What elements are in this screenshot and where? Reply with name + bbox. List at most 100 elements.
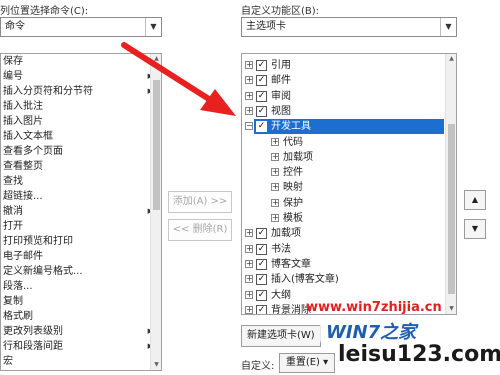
command-list-item[interactable]: 恢复	[1, 369, 161, 370]
expand-icon[interactable]: +	[271, 214, 279, 222]
command-list-item[interactable]: 插入分页符和分节符▶	[1, 84, 161, 99]
command-list[interactable]: 保存编号▶插入分页符和分节符▶ 插入批注插入图片插入文本框查看多个页面查看整页查找…	[0, 53, 162, 371]
scroll-up-icon[interactable]: ▲	[151, 54, 161, 64]
command-list-item[interactable]: 行和段落间距▶	[1, 339, 161, 354]
expand-icon[interactable]: +	[245, 259, 253, 268]
expand-icon[interactable]: +	[271, 168, 279, 177]
add-button[interactable]: 添加(A) >>	[168, 191, 232, 213]
scroll-down-icon[interactable]: ▼	[151, 360, 161, 370]
command-list-item[interactable]: 电子邮件	[1, 249, 161, 264]
command-item-label: 查看整页	[3, 161, 43, 172]
ribbon-tree-scrollbar[interactable]: ▲ ▼	[445, 54, 456, 314]
watermark-url: www.win7zhijia.cn	[306, 300, 442, 315]
expand-icon[interactable]: +	[271, 183, 279, 192]
tree-item[interactable]: + 模板	[242, 211, 442, 226]
scroll-thumb[interactable]	[448, 124, 455, 294]
scroll-up-icon[interactable]: ▲	[446, 54, 456, 64]
command-list-scrollbar[interactable]: ▲ ▼	[150, 54, 161, 370]
expand-icon[interactable]: +	[245, 106, 253, 115]
ribbon-tabs-combo[interactable]: 主选项卡 ▼	[241, 17, 457, 37]
command-list-item[interactable]: 超链接...	[1, 189, 161, 204]
command-list-item[interactable]: 查看多个页面	[1, 144, 161, 159]
checkbox[interactable]: ✓	[256, 60, 267, 71]
command-list-item[interactable]: 插入批注	[1, 99, 161, 114]
checkbox[interactable]: ✓	[256, 258, 267, 270]
tree-item-label: 背景消除	[271, 304, 311, 315]
command-item-label: 段落...	[3, 281, 33, 292]
scroll-down-icon[interactable]: ▼	[446, 304, 456, 314]
chevron-down-icon[interactable]: ▼	[145, 18, 161, 36]
remove-button[interactable]: << 删除(R)	[168, 219, 232, 241]
command-list-item[interactable]: 编号▶	[1, 69, 161, 84]
tree-item[interactable]: + 代码	[242, 135, 442, 150]
expand-icon[interactable]: +	[245, 61, 253, 69]
command-list-item[interactable]: 更改列表级别▶	[1, 324, 161, 339]
command-list-item[interactable]: 插入文本框	[1, 129, 161, 144]
tree-item[interactable]: + ✓ 书法	[242, 242, 442, 257]
expand-icon[interactable]: +	[245, 244, 253, 253]
command-list-item[interactable]: 插入图片	[1, 114, 161, 129]
command-list-item[interactable]: 打开	[1, 219, 161, 234]
expand-icon[interactable]: +	[245, 229, 253, 238]
tree-item-label: 博客文章	[271, 258, 311, 270]
expand-icon[interactable]: +	[271, 198, 279, 207]
command-list-item[interactable]: 复制	[1, 294, 161, 309]
collapse-icon[interactable]: −	[245, 122, 253, 131]
tree-item[interactable]: + ✓ 审阅	[242, 89, 442, 104]
tree-item-label: 审阅	[271, 90, 291, 102]
command-list-item[interactable]: 撤消▶	[1, 204, 161, 219]
command-list-item[interactable]: 格式刷	[1, 309, 161, 324]
tree-item-selected[interactable]: − ✓ 开发工具	[245, 119, 444, 135]
tree-item[interactable]: + 控件	[242, 165, 442, 180]
command-list-item[interactable]: 查看整页	[1, 159, 161, 174]
command-source-combo[interactable]: 命令 ▼	[0, 17, 162, 37]
arrowhead-icon	[200, 89, 236, 116]
checkbox[interactable]: ✓	[256, 289, 267, 301]
move-down-button[interactable]: ▼	[464, 219, 486, 239]
ribbon-tree[interactable]: + ✓ 引用 + ✓ 邮件 + ✓ 审阅 + ✓ 视图 − ✓ 开发工具 + 代码 + 加载项 + 控件 + 映射 + 保护 + 模…	[241, 53, 457, 315]
expand-icon[interactable]: +	[245, 290, 253, 299]
move-up-button[interactable]: ▲	[464, 190, 486, 210]
command-item-label: 插入图片	[3, 116, 43, 127]
command-item-label: 撤消	[3, 206, 23, 217]
command-list-item[interactable]: 保存	[1, 54, 161, 69]
tree-item[interactable]: + 映射	[242, 180, 442, 195]
scroll-thumb[interactable]	[153, 80, 160, 210]
command-item-label: 保存	[3, 56, 23, 67]
tree-item[interactable]: + ✓ 邮件	[242, 73, 442, 88]
tree-item-label: 映射	[283, 182, 303, 194]
checkbox[interactable]: ✓	[256, 121, 267, 133]
expand-icon[interactable]: +	[245, 305, 253, 314]
tree-item-label: 控件	[283, 167, 303, 179]
command-list-item[interactable]: 段落...	[1, 279, 161, 294]
expand-icon[interactable]: +	[271, 137, 279, 146]
checkbox[interactable]: ✓	[256, 304, 267, 314]
reset-button[interactable]: 重置(E) ▾	[279, 353, 335, 373]
checkbox[interactable]: ✓	[256, 105, 267, 117]
chevron-down-icon[interactable]: ▼	[440, 18, 456, 36]
expand-icon[interactable]: +	[271, 152, 279, 161]
checkbox[interactable]: ✓	[256, 90, 267, 102]
command-list-item[interactable]: 打印预览和打印	[1, 234, 161, 249]
tree-item[interactable]: + ✓ 博客文章	[242, 257, 442, 272]
command-source-value: 命令	[5, 21, 25, 32]
command-list-item[interactable]: 宏	[1, 354, 161, 369]
expand-icon[interactable]: +	[245, 76, 253, 85]
expand-icon[interactable]: +	[245, 91, 253, 100]
expand-icon[interactable]: +	[245, 275, 253, 284]
checkbox[interactable]: ✓	[256, 243, 267, 255]
command-list-item[interactable]: 定义新编号格式...	[1, 264, 161, 279]
checkbox[interactable]: ✓	[256, 75, 267, 87]
tree-item[interactable]: + ✓ 引用	[242, 58, 442, 73]
command-item-label: 打开	[3, 221, 23, 232]
tree-item[interactable]: + 加载项	[242, 150, 442, 165]
tree-item[interactable]: + ✓ 视图	[242, 104, 442, 119]
tree-item[interactable]: + ✓ 插入(博客文章)	[242, 272, 442, 287]
tree-item[interactable]: + 保护	[242, 196, 442, 211]
command-list-item[interactable]: 查找	[1, 174, 161, 189]
command-item-label: 查看多个页面	[3, 146, 63, 157]
checkbox[interactable]: ✓	[256, 274, 267, 286]
tree-item[interactable]: + ✓ 加载项	[242, 226, 442, 241]
checkbox[interactable]: ✓	[256, 228, 267, 240]
new-tab-button[interactable]: 新建选项卡(W)	[241, 325, 321, 347]
